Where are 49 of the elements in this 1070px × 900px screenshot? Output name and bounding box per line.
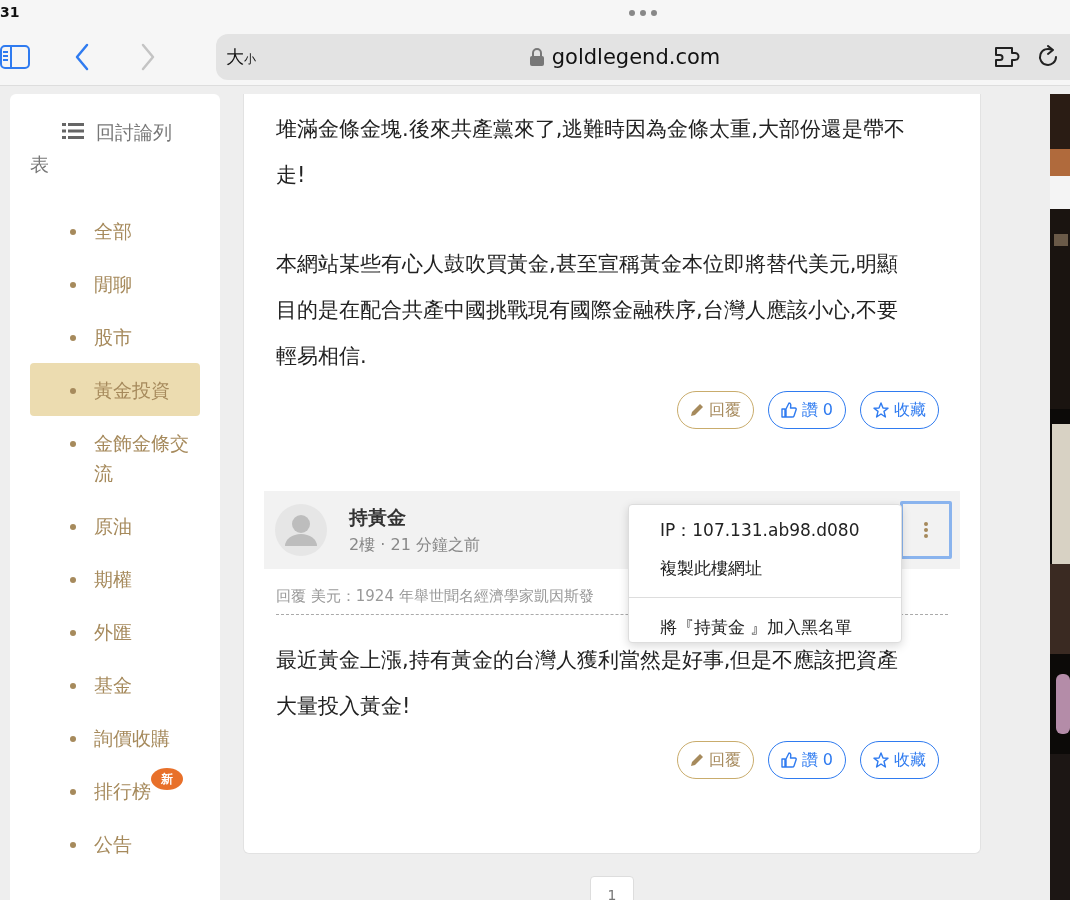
status-time: 31 xyxy=(0,4,20,20)
address-bar[interactable]: 大小 goldlegend.com xyxy=(216,33,1070,80)
sidebar-icon[interactable] xyxy=(0,43,30,70)
category-item[interactable]: 詢價收購 xyxy=(30,711,200,764)
category-item[interactable]: 全部 xyxy=(30,204,200,257)
quoted-reply: 回覆 美元：1924 年舉世聞名經濟學家凱因斯發 xyxy=(276,587,948,615)
reply-button[interactable]: 回覆 xyxy=(676,741,754,779)
category-item[interactable]: 外匯 xyxy=(30,605,200,658)
page-number[interactable]: 1 xyxy=(590,876,634,900)
category-item[interactable]: 金飾金條交流 xyxy=(30,416,200,499)
category-item[interactable]: 股市 xyxy=(30,310,200,363)
category-item[interactable]: 黃金投資 xyxy=(30,363,200,416)
favorite-button[interactable]: 收藏 xyxy=(860,741,939,779)
menu-item[interactable]: IP：107.131.ab98.d080 xyxy=(629,511,901,549)
post-text: 最近黃金上漲,持有黃金的台灣人獲利當然是好事,但是不應該把資產 大量投入黃金! xyxy=(275,647,900,720)
pencil-icon xyxy=(689,753,704,767)
post-text: 本網站某些有心人鼓吹買黃金,甚至宣稱黃金本位即將替代美元,明顯 目的是在配合共產中國挑戰現有國際金融秩序,台灣人應該小心,不要 輕易相信. xyxy=(275,251,900,370)
more-menu-button[interactable] xyxy=(900,501,952,559)
back-to-list-link[interactable]: 回討論列表 xyxy=(30,116,200,180)
thumbs-up-icon xyxy=(780,752,797,768)
post-time: 21 分鐘之前 xyxy=(390,534,480,554)
category-item[interactable]: 公告 xyxy=(30,817,200,870)
lock-icon xyxy=(529,47,544,66)
multitask-dots-icon[interactable] xyxy=(628,9,658,17)
reload-icon[interactable] xyxy=(1038,44,1060,69)
category-item[interactable]: 基金 xyxy=(30,658,200,711)
category-item[interactable]: 閒聊 xyxy=(30,257,200,310)
list-icon xyxy=(62,123,84,139)
floor-number: 2樓 · xyxy=(349,534,386,554)
favorite-button[interactable]: 收藏 xyxy=(860,391,939,429)
like-button[interactable]: 讚 0 xyxy=(767,391,846,429)
category-item[interactable]: 排行榜 新 xyxy=(30,764,200,817)
extension-icon[interactable] xyxy=(994,44,1022,69)
star-icon xyxy=(873,402,889,418)
more-icon xyxy=(924,522,928,538)
like-button[interactable]: 讚 0 xyxy=(767,741,846,779)
avatar-icon xyxy=(275,504,327,556)
star-icon xyxy=(873,752,889,768)
reply-button[interactable]: 回覆 xyxy=(676,391,754,429)
pencil-icon xyxy=(689,403,704,417)
post-text: 堆滿金條金塊.後來共產黨來了,逃難時因為金條太重,大部份還是帶不 走! xyxy=(275,116,907,189)
category-item[interactable]: 原油 xyxy=(30,499,200,552)
new-badge: 新 xyxy=(151,768,183,790)
menu-item[interactable]: 複製此樓網址 xyxy=(629,549,901,587)
back-icon[interactable] xyxy=(74,42,90,71)
text-size-button[interactable]: 大小 xyxy=(226,44,256,69)
url-text: goldlegend.com xyxy=(551,44,721,69)
thumbs-up-icon xyxy=(780,402,797,418)
category-item[interactable]: 期權 xyxy=(30,552,200,605)
